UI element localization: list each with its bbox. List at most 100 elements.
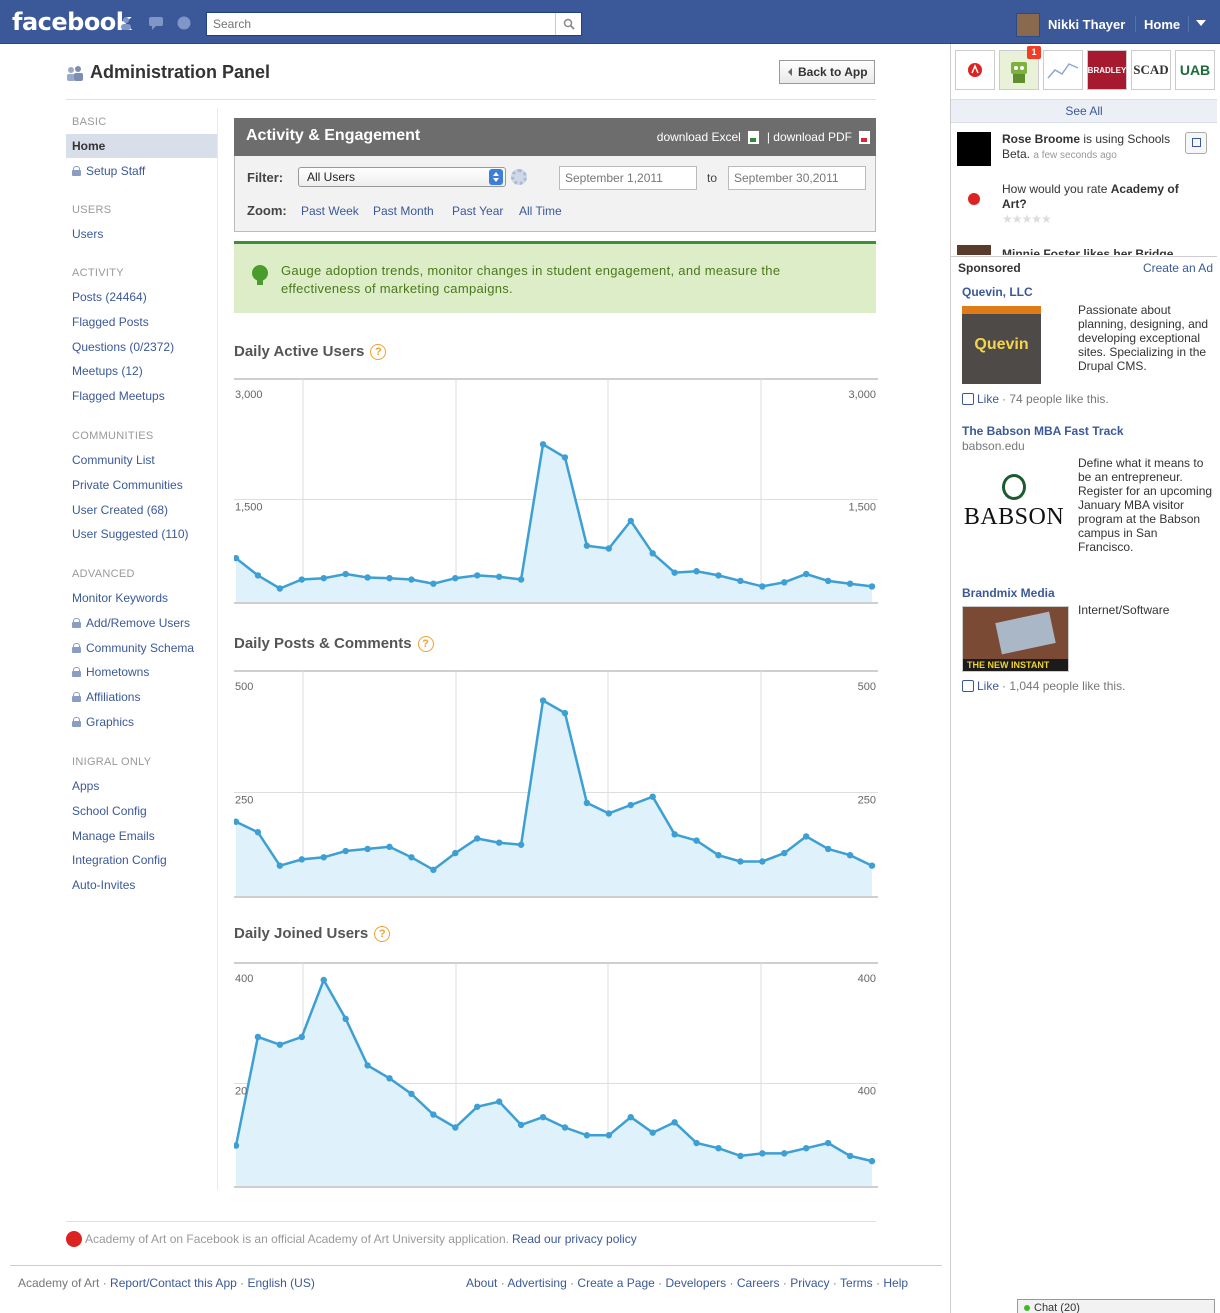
data-point: [254, 572, 262, 579]
like-link[interactable]: Like: [977, 392, 999, 406]
sidebar-item-setup-staff[interactable]: Setup Staff: [66, 159, 217, 183]
rating-stars-icon[interactable]: ★★★★★: [1002, 212, 1052, 226]
ad-title-brandmix[interactable]: Brandmix Media: [962, 586, 1055, 600]
pdf-file-icon[interactable]: [859, 130, 870, 144]
sidebar-item-private-communities[interactable]: Private Communities: [66, 473, 217, 497]
footer-link-about[interactable]: About: [466, 1276, 497, 1290]
sidebar-item-label: Community List: [72, 453, 155, 467]
sidebar-item-hometowns[interactable]: Hometowns: [66, 660, 217, 684]
help-icon[interactable]: ?: [374, 925, 391, 942]
data-point: [342, 1015, 349, 1023]
external-link-icon[interactable]: [1185, 132, 1207, 154]
sidebar-item-graphics[interactable]: Graphics: [66, 710, 217, 734]
sidebar-item-flagged-posts[interactable]: Flagged Posts: [66, 310, 217, 334]
back-to-app-button[interactable]: Back to App: [779, 60, 875, 84]
zoom-past-month[interactable]: Past Month: [373, 204, 434, 218]
user-name-link[interactable]: Nikki Thayer: [1048, 17, 1125, 32]
notifications-globe-icon[interactable]: [176, 16, 192, 30]
data-point: [693, 568, 700, 575]
sidebar-item-community-list[interactable]: Community List: [66, 448, 217, 472]
ad-image-brandmix[interactable]: THE NEW INSTANT QUOTE!: [962, 606, 1069, 672]
data-point: [430, 866, 437, 874]
ad-image-quevin[interactable]: Quevin: [962, 306, 1041, 384]
help-icon[interactable]: ?: [417, 635, 434, 652]
footer-link-developers[interactable]: Developers: [665, 1276, 726, 1290]
sidebar-item-auto-invites[interactable]: Auto-Invites: [66, 873, 217, 897]
zoom-past-year[interactable]: Past Year: [452, 204, 503, 218]
sidebar-item-community-schema[interactable]: Community Schema: [66, 636, 217, 660]
download-excel-link[interactable]: download Excel: [657, 130, 741, 144]
language-link[interactable]: English (US): [247, 1276, 314, 1290]
ad-title-quevin[interactable]: Quevin, LLC: [962, 285, 1033, 299]
sidebar-item-integration-config[interactable]: Integration Config: [66, 848, 217, 872]
account-menu-chevron-icon[interactable]: [1196, 20, 1206, 26]
ad-image-babson[interactable]: BABSON: [962, 472, 1066, 532]
data-point: [605, 545, 613, 552]
sidebar-item-questions-0-2372[interactable]: Questions (0/2372): [66, 335, 217, 359]
see-all-link[interactable]: See All: [951, 99, 1217, 123]
bookmark-academy-of-art[interactable]: [955, 50, 995, 90]
sidebar-item-user-created-68[interactable]: User Created (68): [66, 498, 217, 522]
chart-title-text: Daily Joined Users: [234, 925, 369, 942]
footer-link-advertising[interactable]: Advertising: [507, 1276, 566, 1290]
sidebar-item-home[interactable]: Home: [66, 134, 217, 158]
data-point: [474, 835, 481, 842]
footer-link-create-a-page[interactable]: Create a Page: [577, 1276, 654, 1290]
sidebar-item-school-config[interactable]: School Config: [66, 799, 217, 823]
sidebar-item-add-remove-users[interactable]: Add/Remove Users: [66, 611, 217, 635]
sidebar-item-monitor-keywords[interactable]: Monitor Keywords: [66, 586, 217, 610]
ticker-avatar[interactable]: [957, 132, 991, 166]
create-ad-link[interactable]: Create an Ad: [1143, 261, 1213, 275]
like-link[interactable]: Like: [977, 679, 999, 693]
sidebar-item-label: School Config: [72, 803, 147, 818]
data-point: [517, 841, 525, 848]
zoom-all-time[interactable]: All Time: [519, 204, 562, 218]
sidebar-item-user-suggested-110[interactable]: User Suggested (110): [66, 522, 217, 546]
footer-links: About · Advertising · Create a Page · De…: [466, 1276, 909, 1290]
download-pdf-link[interactable]: | download PDF: [767, 130, 852, 144]
privacy-policy-link[interactable]: Read our privacy policy: [512, 1232, 637, 1246]
ticker-user-name[interactable]: Rose Broome: [1002, 132, 1080, 146]
bookmark-facebook-statistics[interactable]: [1043, 50, 1083, 90]
help-icon[interactable]: ?: [370, 343, 387, 360]
like-thumb-icon[interactable]: [962, 680, 974, 692]
end-date-field[interactable]: [728, 166, 866, 190]
sidebar-item-meetups-12[interactable]: Meetups (12): [66, 359, 217, 383]
footer-link-help[interactable]: Help: [883, 1276, 908, 1290]
search-button[interactable]: [555, 13, 581, 35]
bookmark-scad[interactable]: SCAD: [1131, 50, 1171, 90]
report-app-link[interactable]: Report/Contact this App: [110, 1276, 237, 1290]
footer-link-terms[interactable]: Terms: [840, 1276, 873, 1290]
sidebar-item-label: Setup Staff: [86, 163, 146, 178]
sidebar-item-users[interactable]: Users: [66, 222, 217, 246]
messages-icon[interactable]: [148, 16, 164, 30]
sidebar-item-label: Monitor Keywords: [72, 591, 169, 605]
nav-section-users: USERS: [72, 204, 112, 216]
sidebar-item-posts-24464[interactable]: Posts (24464): [66, 285, 217, 309]
sidebar-item-flagged-meetups[interactable]: Flagged Meetups: [66, 384, 217, 408]
ad-title-babson[interactable]: The Babson MBA Fast Track: [962, 424, 1124, 438]
start-date-field[interactable]: [559, 166, 697, 190]
ticker-story-partial[interactable]: Minnie Foster likes her Bridge: [957, 245, 1215, 255]
babson-crest-icon: [1002, 473, 1026, 500]
gear-icon[interactable]: [511, 169, 527, 185]
home-link[interactable]: Home: [1144, 17, 1180, 32]
facebook-logo[interactable]: facebook: [12, 8, 132, 36]
zoom-past-week[interactable]: Past Week: [301, 204, 359, 218]
select-arrows-icon: [489, 169, 503, 185]
footer-link-privacy[interactable]: Privacy: [790, 1276, 829, 1290]
excel-file-icon[interactable]: [747, 130, 759, 144]
bookmark-uab[interactable]: UAB: [1175, 50, 1215, 90]
search-field[interactable]: [206, 12, 582, 36]
bookmark-bradley[interactable]: BRADLEY: [1087, 50, 1127, 90]
friend-requests-icon[interactable]: [120, 16, 136, 30]
sidebar-item-affiliations[interactable]: Affiliations: [66, 685, 217, 709]
user-filter-select[interactable]: All Users: [298, 167, 506, 187]
like-thumb-icon[interactable]: [962, 393, 974, 405]
chat-tab[interactable]: Chat (20): [1017, 1299, 1215, 1313]
sidebar-item-apps[interactable]: Apps: [66, 774, 217, 798]
sidebar-item-manage-emails[interactable]: Manage Emails: [66, 824, 217, 848]
user-avatar[interactable]: [1016, 13, 1040, 37]
footer-link-careers[interactable]: Careers: [737, 1276, 780, 1290]
search-input[interactable]: [207, 13, 547, 35]
